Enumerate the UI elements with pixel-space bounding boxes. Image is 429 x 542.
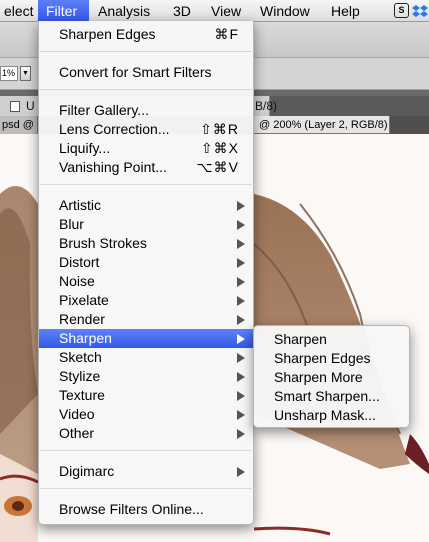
menu-3d[interactable]: 3D xyxy=(165,0,199,22)
menu-item-browse-filters-online[interactable]: Browse Filters Online... xyxy=(39,500,255,519)
menu-item-artistic[interactable]: Artistic xyxy=(39,196,255,215)
document-tab-title: U xyxy=(26,99,35,113)
submenu-arrow-icon xyxy=(237,429,245,439)
menu-item-label: Convert for Smart Filters xyxy=(59,64,212,80)
dropbox-icon[interactable] xyxy=(412,3,428,19)
menu-item-label: Sharpen xyxy=(59,330,112,346)
filter-menu: Sharpen Edges ⌘F Convert for Smart Filte… xyxy=(38,21,255,525)
menu-item-noise[interactable]: Noise xyxy=(39,272,255,291)
menu-item-label: Artistic xyxy=(59,197,101,213)
menu-item-label: Noise xyxy=(59,273,95,289)
menu-separator xyxy=(40,89,254,90)
menu-item-vanishing-point[interactable]: Vanishing Point... ⌥⌘V xyxy=(39,158,255,177)
submenu-arrow-icon xyxy=(237,315,245,325)
submenu-arrow-icon xyxy=(237,334,245,344)
submenu-item-sharpen[interactable]: Sharpen xyxy=(254,330,411,349)
menu-item-lens-correction[interactable]: Lens Correction... ⇧⌘R xyxy=(39,120,255,139)
submenu-item-smart-sharpen[interactable]: Smart Sharpen... xyxy=(254,387,411,406)
menu-item-sharpen-edges-last[interactable]: Sharpen Edges ⌘F xyxy=(39,25,255,44)
sharpen-submenu: Sharpen Sharpen Edges Sharpen More Smart… xyxy=(253,325,410,428)
menu-item-label: Blur xyxy=(59,216,84,232)
submenu-arrow-icon xyxy=(237,258,245,268)
menu-item-shortcut: ⌥⌘V xyxy=(196,159,239,175)
menu-item-label: Other xyxy=(59,425,95,441)
menu-item-label: Distort xyxy=(59,254,100,270)
menu-window[interactable]: Window xyxy=(252,0,318,22)
menu-item-convert-smart-filters[interactable]: Convert for Smart Filters xyxy=(39,63,255,82)
submenu-arrow-icon xyxy=(237,277,245,287)
menu-item-label: Texture xyxy=(59,387,105,403)
zoom-field[interactable]: 1% xyxy=(0,66,18,81)
menu-help[interactable]: Help xyxy=(323,0,368,22)
menu-item-label: Sharpen Edges xyxy=(59,26,156,42)
menu-item-label: Browse Filters Online... xyxy=(59,501,204,517)
submenu-arrow-icon xyxy=(237,372,245,382)
menu-item-blur[interactable]: Blur xyxy=(39,215,255,234)
menu-item-filter-gallery[interactable]: Filter Gallery... xyxy=(39,101,255,120)
submenu-arrow-icon xyxy=(237,220,245,230)
zoom-dropdown-button[interactable]: ▼ xyxy=(20,66,31,81)
menu-item-shortcut: ⌘F xyxy=(214,26,239,42)
menu-select[interactable]: elect xyxy=(0,0,42,22)
menu-item-other[interactable]: Other xyxy=(39,424,255,443)
menu-item-sketch[interactable]: Sketch xyxy=(39,348,255,367)
menu-item-stylize[interactable]: Stylize xyxy=(39,367,255,386)
menu-item-label: Brush Strokes xyxy=(59,235,147,251)
submenu-item-sharpen-edges[interactable]: Sharpen Edges xyxy=(254,349,411,368)
submenu-item-unsharp-mask[interactable]: Unsharp Mask... xyxy=(254,406,411,425)
document-tab-left[interactable]: psd @ 4 xyxy=(0,116,38,149)
script-status-icon[interactable]: S xyxy=(394,3,409,18)
menu-item-shortcut: ⇧⌘R xyxy=(200,121,239,137)
document-tab-mode: B/8) xyxy=(255,99,278,113)
menu-item-label: Vanishing Point... xyxy=(59,159,167,175)
submenu-arrow-icon xyxy=(237,239,245,249)
submenu-item-sharpen-more[interactable]: Sharpen More xyxy=(254,368,411,387)
submenu-arrow-icon xyxy=(237,201,245,211)
menu-item-label: Liquify... xyxy=(59,140,111,156)
menu-item-label: Pixelate xyxy=(59,292,109,308)
menu-item-digimarc[interactable]: Digimarc xyxy=(39,462,255,481)
menu-separator xyxy=(40,488,254,489)
submenu-arrow-icon xyxy=(237,353,245,363)
menu-item-render[interactable]: Render xyxy=(39,310,255,329)
menu-item-video[interactable]: Video xyxy=(39,405,255,424)
menu-separator xyxy=(40,450,254,451)
menu-item-label: Filter Gallery... xyxy=(59,102,149,118)
menu-view[interactable]: View xyxy=(203,0,249,22)
menu-item-texture[interactable]: Texture xyxy=(39,386,255,405)
menu-item-label: Sketch xyxy=(59,349,102,365)
document-tab-active[interactable]: @ 200% (Layer 2, RGB/8) xyxy=(252,116,390,134)
submenu-arrow-icon xyxy=(237,296,245,306)
menu-item-brush-strokes[interactable]: Brush Strokes xyxy=(39,234,255,253)
submenu-arrow-icon xyxy=(237,467,245,477)
menu-item-label: Stylize xyxy=(59,368,101,384)
menu-item-pixelate[interactable]: Pixelate xyxy=(39,291,255,310)
menu-item-label: Render xyxy=(59,311,105,327)
menu-item-label: Digimarc xyxy=(59,463,115,479)
menu-separator xyxy=(40,184,254,185)
menu-item-liquify[interactable]: Liquify... ⇧⌘X xyxy=(39,139,255,158)
submenu-arrow-icon xyxy=(237,410,245,420)
menu-bar: elect Filter Analysis 3D View Window Hel… xyxy=(0,0,429,22)
menu-item-shortcut: ⇧⌘X xyxy=(200,140,239,156)
menu-item-label: Lens Correction... xyxy=(59,121,170,137)
menu-item-distort[interactable]: Distort xyxy=(39,253,255,272)
submenu-arrow-icon xyxy=(237,391,245,401)
document-icon xyxy=(10,101,20,113)
menu-separator xyxy=(40,51,254,52)
menu-item-sharpen[interactable]: Sharpen xyxy=(39,329,255,348)
menu-item-label: Video xyxy=(59,406,95,422)
menu-filter[interactable]: Filter xyxy=(38,0,89,22)
menu-analysis[interactable]: Analysis xyxy=(90,0,158,22)
